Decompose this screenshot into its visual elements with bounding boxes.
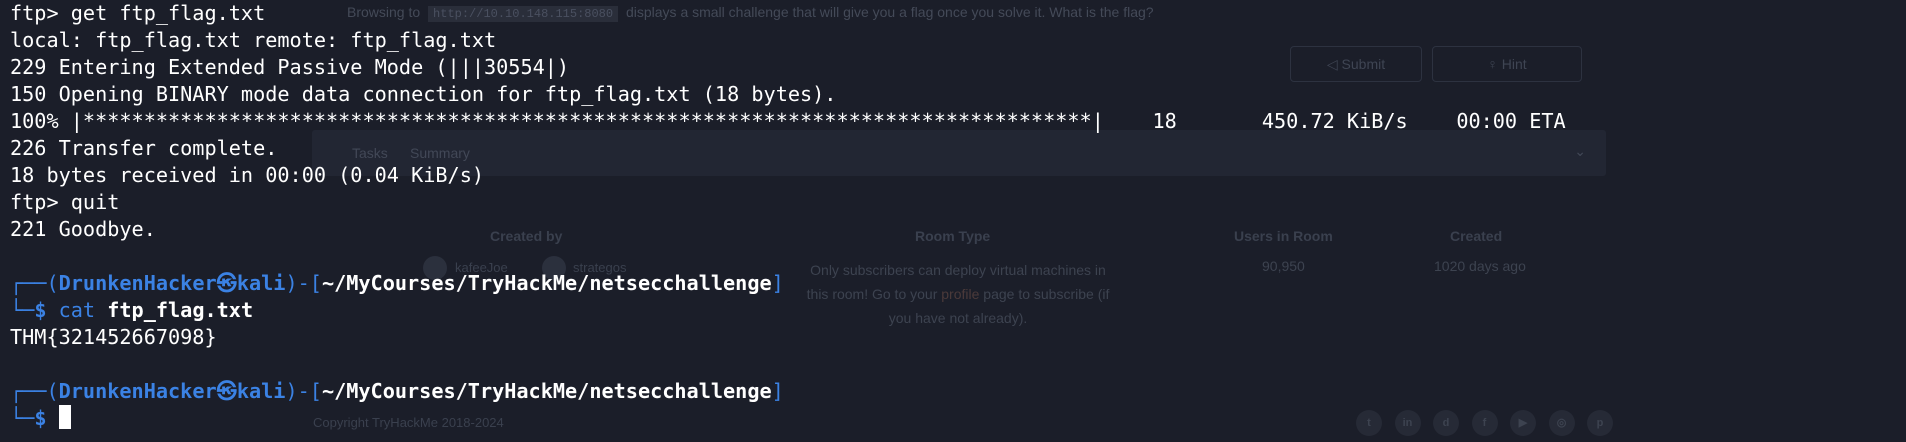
prompt-frame: ]	[771, 271, 784, 295]
skull-icon: ㉿	[216, 379, 237, 403]
prompt-dollar: $	[34, 406, 47, 430]
progress-line: 100% |**********************************…	[10, 109, 1566, 133]
command-argument: ftp_flag.txt	[107, 298, 254, 322]
terminal-line: 221 Goodbye.	[10, 217, 156, 241]
prompt-dollar: $	[34, 298, 47, 322]
terminal-line: 229 Entering Extended Passive Mode (|||3…	[10, 55, 570, 79]
terminal-line: local: ftp_flag.txt remote: ftp_flag.txt	[10, 28, 497, 52]
skull-icon: ㉿	[216, 271, 237, 295]
prompt-frame: )-[	[285, 271, 322, 295]
prompt-frame: ┌──(	[10, 379, 59, 403]
prompt-path: ~/MyCourses/TryHackMe/netsecchallenge	[321, 379, 772, 403]
prompt-host: kali	[236, 271, 286, 295]
prompt-frame: ┌──(	[10, 271, 59, 295]
prompt-path: ~/MyCourses/TryHackMe/netsecchallenge	[321, 271, 772, 295]
prompt-frame: ]	[771, 379, 784, 403]
prompt-header: ┌──(DrunkenHacker㉿kali)-[~/MyCourses/Try…	[10, 378, 1906, 405]
terminal-line: ftp> get ftp_flag.txt	[10, 1, 266, 25]
prompt-command-line: └─$ cat ftp_flag.txt	[10, 297, 1906, 324]
command-name: cat	[58, 298, 96, 322]
terminal-line: ftp> quit	[10, 190, 120, 214]
prompt-corner: └─	[10, 406, 35, 430]
terminal-window[interactable]: ftp> get ftp_flag.txt local: ftp_flag.tx…	[0, 0, 1906, 442]
terminal-line: 226 Transfer complete.	[10, 136, 278, 160]
prompt-user: DrunkenHacker	[58, 379, 217, 403]
prompt-corner: └─	[10, 298, 35, 322]
flag-output: THM{321452667098}	[10, 325, 217, 349]
prompt-input-line[interactable]: └─$	[10, 405, 1906, 432]
terminal-line: 150 Opening BINARY mode data connection …	[10, 82, 837, 106]
prompt-header: ┌──(DrunkenHacker㉿kali)-[~/MyCourses/Try…	[10, 270, 1906, 297]
prompt-frame: )-[	[285, 379, 322, 403]
prompt-host: kali	[236, 379, 286, 403]
text-cursor[interactable]	[58, 405, 71, 429]
desktop-screen: Browsing to http://10.10.148.115:8080 di…	[0, 0, 1906, 442]
prompt-user: DrunkenHacker	[58, 271, 217, 295]
terminal-line: 18 bytes received in 00:00 (0.04 KiB/s)	[10, 163, 485, 187]
